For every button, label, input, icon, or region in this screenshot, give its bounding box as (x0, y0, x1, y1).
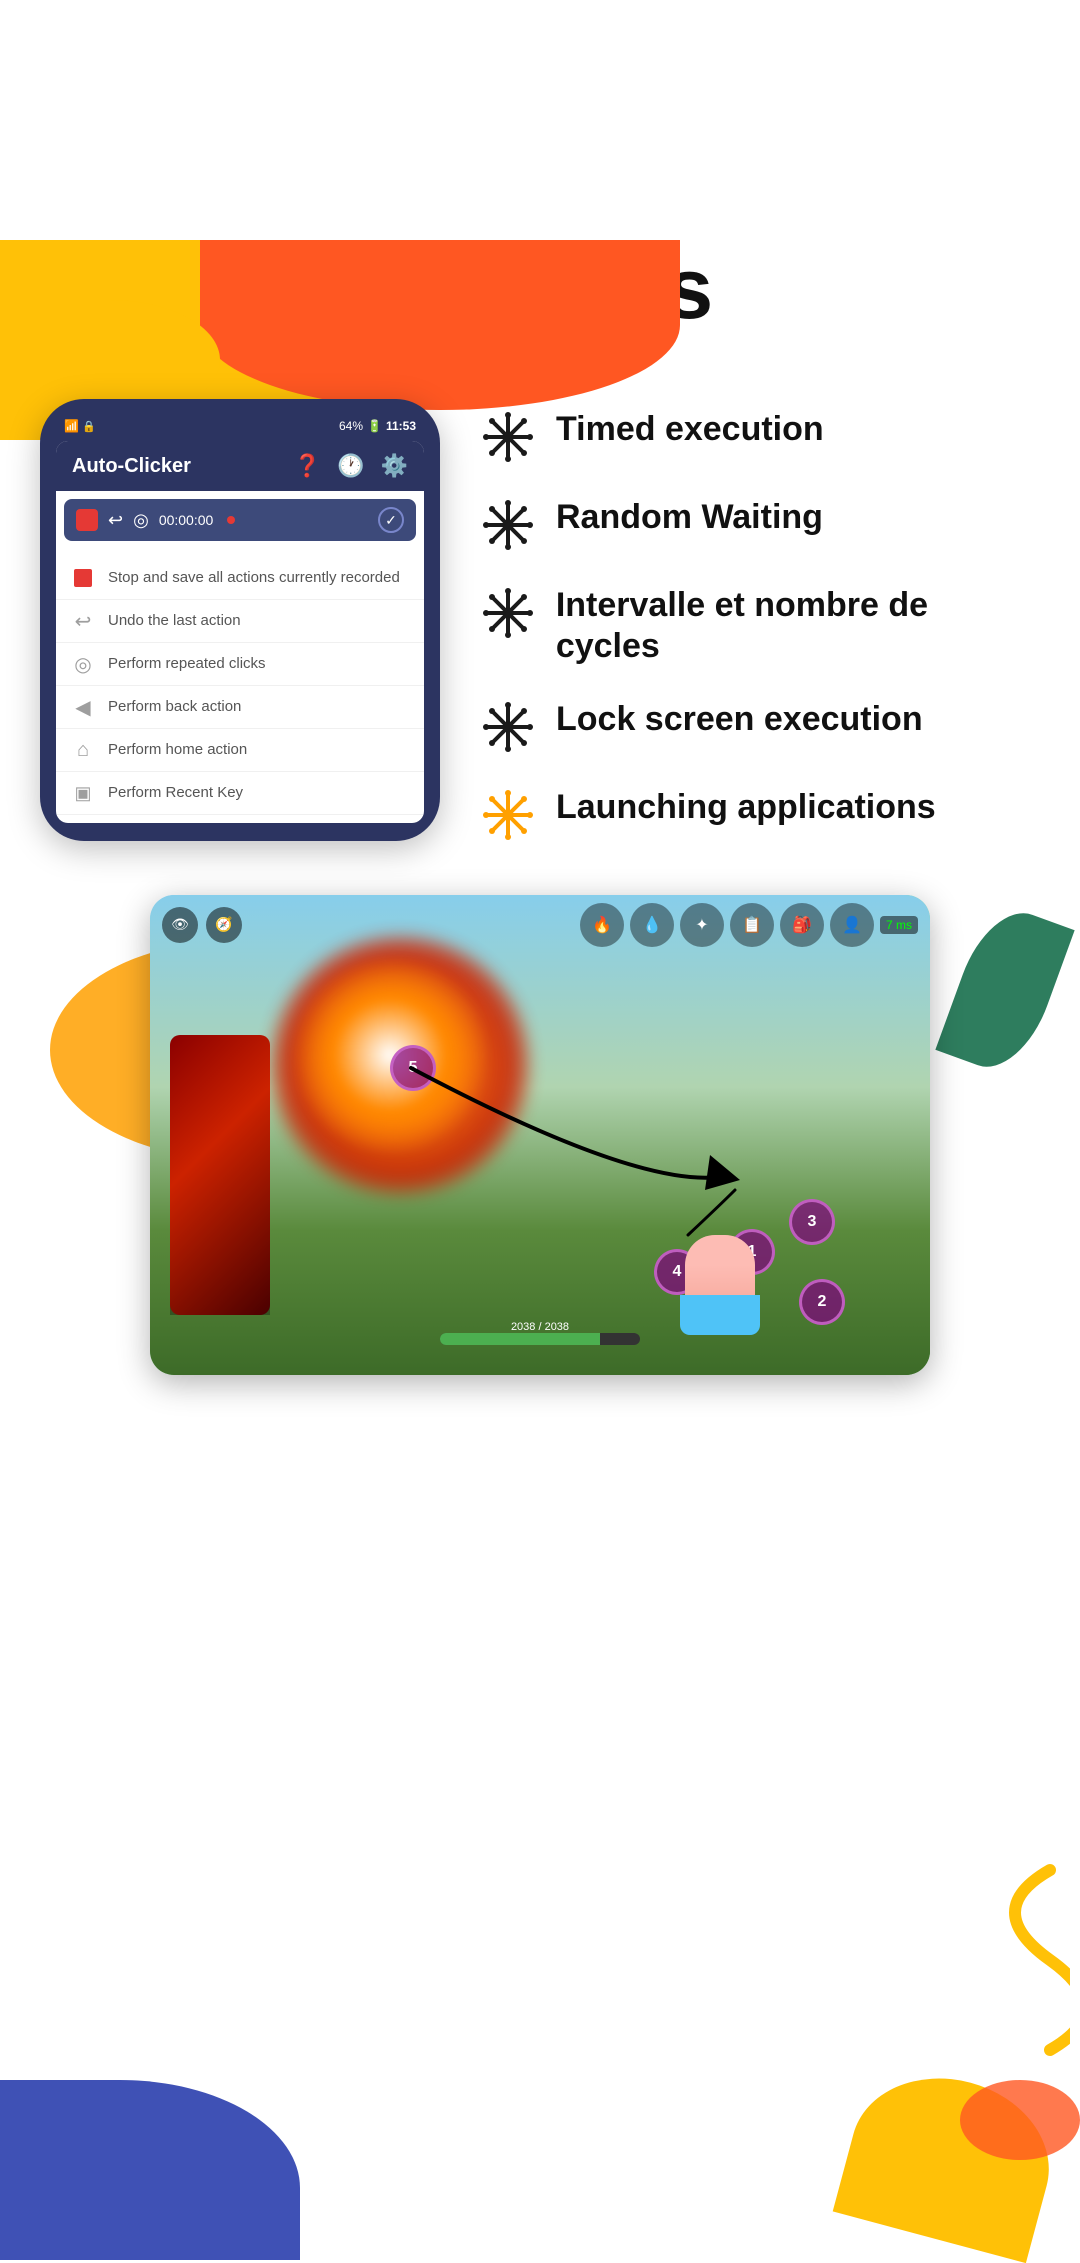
hud-right-icons: 🔥 💧 ✦ 📋 🎒 👤 7 ms (580, 903, 918, 947)
hud-avatar: 👤 (830, 903, 874, 947)
hud-action-5: 🎒 (780, 903, 824, 947)
menu-item-repeat-label: Perform repeated clicks (108, 654, 266, 674)
health-bar (440, 1333, 640, 1345)
phone-outer: 📶 🔒 64% 🔋 11:53 Auto-Clicker ❓ 🕐 (40, 399, 440, 841)
wifi-icon: 🔒 (82, 420, 96, 433)
feature-launch-icon (480, 787, 536, 843)
feature-lock: Lock screen execution (480, 699, 1040, 755)
game-screenshot: 👁 🧭 🔥 💧 ✦ 📋 🎒 👤 7 ms 5 4 3 2 1 (150, 895, 930, 1375)
feature-launch-label: Launching applications (556, 787, 936, 828)
hud-icon-2: 🧭 (206, 907, 242, 943)
feature-timed-label: Timed execution (556, 409, 824, 450)
phone-status-bar: 📶 🔒 64% 🔋 11:53 (56, 417, 424, 441)
menu-item-undo-label: Undo the last action (108, 611, 241, 631)
health-fill (440, 1333, 600, 1345)
squiggle-decoration (970, 1860, 1070, 2060)
status-left: 📶 🔒 (64, 419, 96, 433)
app-header-icons: ❓ 🕐 ⚙️ (294, 453, 408, 479)
menu-item-back[interactable]: ◀ Perform back action (56, 686, 424, 729)
app-name: Auto-Clicker (72, 455, 191, 478)
feature-launch: Launching applications (480, 787, 1040, 843)
game-section: 👁 🧭 🔥 💧 ✦ 📋 🎒 👤 7 ms 5 4 3 2 1 (0, 895, 1080, 1375)
feature-interval-icon (480, 585, 536, 641)
click-point-3: 3 (789, 1199, 835, 1245)
feature-interval-label: Intervalle et nombre de cycles (556, 585, 1040, 667)
feature-lock-label: Lock screen execution (556, 699, 923, 740)
feature-random-label: Random Waiting (556, 497, 823, 538)
toolbar-confirm-button[interactable]: ✓ (378, 507, 404, 533)
ping-display: 7 ms (880, 916, 918, 934)
hud-action-2: 💧 (630, 903, 674, 947)
feature-timed: Timed execution (480, 409, 1040, 465)
recording-indicator (227, 516, 235, 524)
menu-item-back-label: Perform back action (108, 697, 241, 717)
home-icon: ⌂ (72, 739, 94, 761)
feature-lock-icon (480, 699, 536, 755)
hud-action-4: 📋 (730, 903, 774, 947)
menu-item-undo[interactable]: ↩ Undo the last action (56, 600, 424, 643)
hand-cursor (670, 1235, 770, 1355)
toolbar-undo-icon[interactable]: ↩ (108, 510, 123, 531)
signal-icon: 📶 (64, 419, 79, 433)
menu-item-recent-label: Perform Recent Key (108, 783, 243, 803)
menu-item-recent[interactable]: ▣ Perform Recent Key (56, 772, 424, 815)
game-hud: 👁 🧭 🔥 💧 ✦ 📋 🎒 👤 7 ms (150, 903, 930, 947)
undo-icon: ↩ (72, 610, 94, 632)
menu-items-list: Stop and save all actions currently reco… (56, 549, 424, 823)
back-icon: ◀ (72, 696, 94, 718)
health-text: 2038 / 2038 (511, 1321, 569, 1333)
blob-top-orange (200, 240, 680, 410)
feature-timed-icon (480, 409, 536, 465)
menu-item-stop[interactable]: Stop and save all actions currently reco… (56, 557, 424, 600)
stop-icon (72, 567, 94, 589)
toolbar-bar: ↩ ◎ 00:00:00 ✓ (64, 499, 416, 541)
menu-item-home[interactable]: ⌂ Perform home action (56, 729, 424, 772)
feature-random: Random Waiting (480, 497, 1040, 553)
battery-text: 64% (339, 419, 363, 433)
history-icon[interactable]: 🕐 (337, 453, 364, 479)
features-list: Timed execution Ran (480, 399, 1040, 875)
menu-item-stop-label: Stop and save all actions currently reco… (108, 568, 400, 588)
game-character (170, 1035, 270, 1315)
phone-mockup: 📶 🔒 64% 🔋 11:53 Auto-Clicker ❓ 🕐 (40, 399, 440, 841)
click-point-2: 2 (799, 1279, 845, 1325)
target-icon: ◎ (72, 653, 94, 675)
game-explosion-inner (290, 955, 490, 1155)
hud-left-icons: 👁 🧭 (162, 907, 242, 943)
feature-random-icon (480, 497, 536, 553)
hud-icon-1: 👁 (162, 907, 198, 943)
phone-screen: Auto-Clicker ❓ 🕐 ⚙️ ↩ ◎ 00:00:00 ✓ (56, 441, 424, 823)
stop-record-button[interactable] (76, 509, 98, 531)
feature-interval: Intervalle et nombre de cycles (480, 585, 1040, 667)
click-point-5: 5 (390, 1045, 436, 1091)
settings-icon[interactable]: ⚙️ (381, 453, 408, 479)
app-header: Auto-Clicker ❓ 🕐 ⚙️ (56, 441, 424, 491)
help-icon[interactable]: ❓ (294, 453, 321, 479)
main-content: 📶 🔒 64% 🔋 11:53 Auto-Clicker ❓ 🕐 (0, 399, 1080, 875)
toolbar-target-icon[interactable]: ◎ (133, 510, 149, 531)
blob-bottom-orange2 (960, 2080, 1080, 2160)
toolbar-timer: 00:00:00 (159, 512, 214, 528)
time-display: 11:53 (386, 419, 416, 433)
menu-item-home-label: Perform home action (108, 740, 247, 760)
status-right: 64% 🔋 11:53 (339, 419, 416, 433)
hud-action-3: ✦ (680, 903, 724, 947)
hud-action-1: 🔥 (580, 903, 624, 947)
battery-icon: 🔋 (367, 419, 382, 433)
blob-bottom-blue (0, 2080, 300, 2260)
recent-key-icon: ▣ (72, 782, 94, 804)
menu-item-repeat-clicks[interactable]: ◎ Perform repeated clicks (56, 643, 424, 686)
